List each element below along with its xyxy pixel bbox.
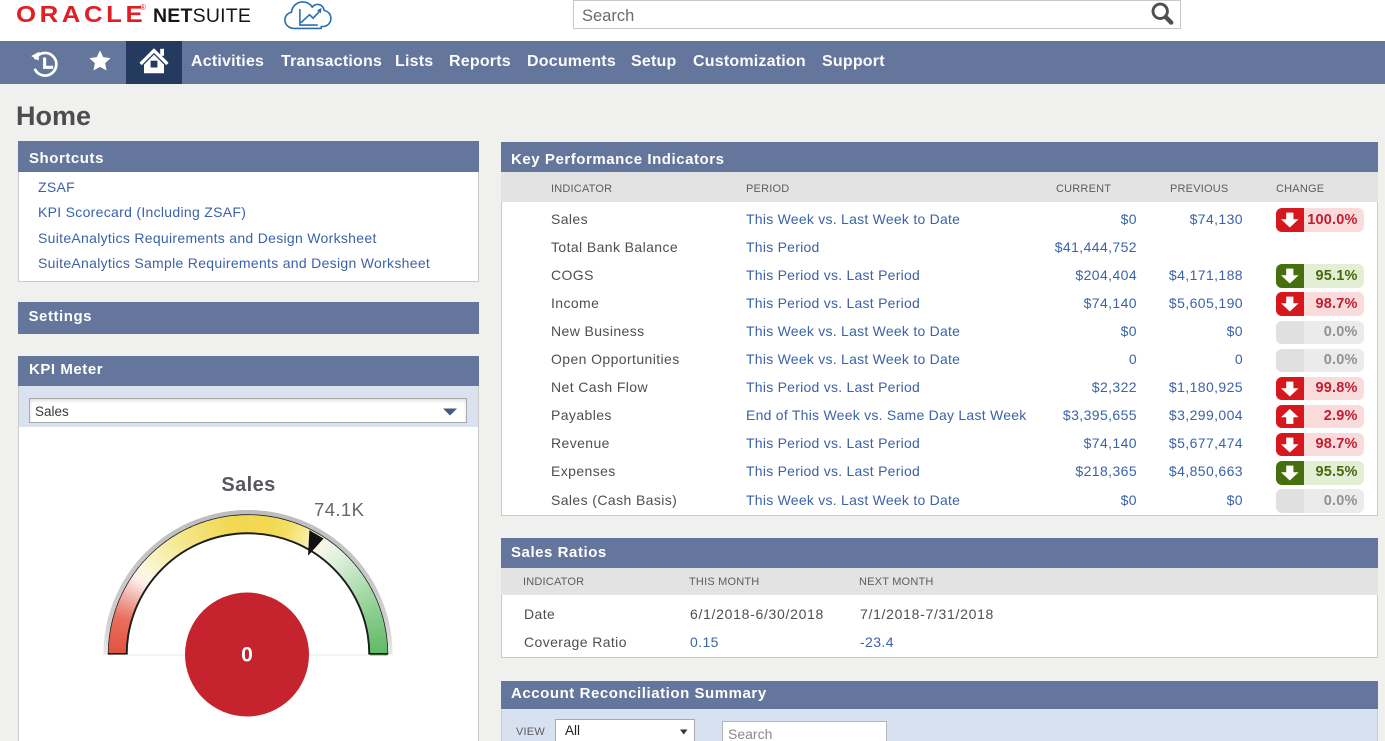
svg-text:0: 0 [241, 644, 253, 667]
